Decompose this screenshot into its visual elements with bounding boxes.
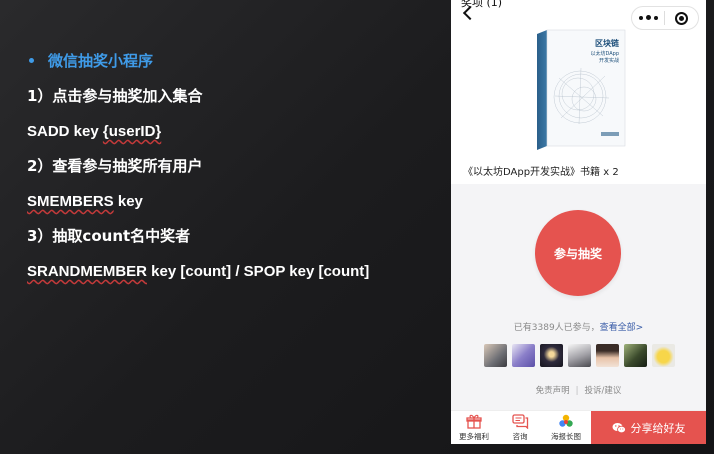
join-lottery-button[interactable]: 参与抽奖 — [535, 210, 621, 296]
bottom-tab-bar: 更多福利 咨询 海报长图 分享给好友 — [451, 410, 706, 444]
footer-links: 免责声明 | 投诉/建议 — [451, 384, 706, 396]
command-2: SMEMBERS key — [27, 189, 437, 213]
avatar[interactable] — [624, 344, 647, 367]
bullet-title-text: 微信抽奖小程序 — [48, 51, 154, 70]
avatar[interactable] — [652, 344, 675, 367]
command-2-name: SMEMBERS — [27, 193, 114, 210]
avatar[interactable] — [484, 344, 507, 367]
command-2-rest: key — [113, 193, 143, 210]
step-1: 1）点击参与抽奖加入集合 — [27, 87, 203, 105]
tab-consult-label: 咨询 — [512, 432, 528, 441]
gift-icon — [466, 414, 482, 429]
report-link[interactable]: 投诉/建议 — [585, 386, 622, 396]
tab-poster-label: 海报长图 — [551, 432, 581, 441]
participant-count-text: 已有3389人已参与， — [513, 323, 600, 333]
phone-screenshot: 奖项 (1) 区块链 以太坊DApp 开发实战 《以太坊DApp开发实战》书籍 … — [451, 0, 706, 444]
participation-area: 参与抽奖 已有3389人已参与，查看全部> 免责声明 | 投诉/建议 — [451, 184, 706, 410]
bullet-title: 微信抽奖小程序 — [27, 48, 437, 72]
step-2: 2）查看参与抽奖所有用户 — [27, 157, 203, 175]
command-1-rest: key — [69, 123, 103, 140]
tab-consult[interactable]: 咨询 — [497, 411, 543, 444]
tab-more-benefits[interactable]: 更多福利 — [451, 411, 497, 444]
command-3-rest: key [count] / SPOP key [count] — [147, 263, 370, 280]
step-3: 3）抽取count名中奖者 — [27, 227, 191, 245]
command-1: SADD key {userID} — [27, 119, 437, 143]
footer-separator: | — [575, 386, 579, 396]
mini-program-capsule — [631, 6, 699, 30]
chat-icon — [511, 414, 528, 429]
tab-more-benefits-label: 更多福利 — [459, 432, 489, 441]
command-3-name: SRANDMEMBER — [27, 263, 147, 280]
book-cover-subtitle-1: 以太坊DApp — [590, 50, 619, 57]
avatar[interactable] — [512, 344, 535, 367]
share-to-friend-button[interactable]: 分享给好友 — [591, 411, 706, 444]
command-3: SRANDMEMBER key [count] / SPOP key [coun… — [27, 259, 437, 283]
view-all-link[interactable]: 查看全部> — [600, 323, 644, 333]
book-cover-subtitle-2: 开发实战 — [599, 57, 619, 64]
slide-text-panel: 微信抽奖小程序 1）点击参与抽奖加入集合 SADD key {userID} 2… — [27, 48, 437, 294]
bullet-dot-icon — [29, 57, 34, 63]
wechat-icon — [612, 423, 626, 434]
nav-bar: 奖项 (1) — [451, 0, 706, 30]
avatar[interactable] — [596, 344, 619, 367]
product-caption: 《以太坊DApp开发实战》书籍 x 2 — [463, 167, 619, 178]
command-1-arg: {userID} — [102, 123, 162, 140]
tab-poster[interactable]: 海报长图 — [543, 411, 589, 444]
participant-avatars — [484, 344, 675, 367]
poster-icon — [559, 414, 573, 427]
book-cover-title: 区块链 — [595, 38, 620, 48]
avatar[interactable] — [568, 344, 591, 367]
participant-count: 已有3389人已参与，查看全部> — [451, 320, 706, 333]
share-button-label: 分享给好友 — [630, 422, 686, 435]
book-cover-image[interactable]: 区块链 以太坊DApp 开发实战 — [531, 28, 631, 152]
command-1-name: SADD — [27, 123, 70, 140]
more-dots-icon[interactable] — [632, 15, 664, 21]
disclaimer-link[interactable]: 免责声明 — [536, 386, 570, 396]
close-target-icon[interactable] — [665, 11, 698, 25]
avatar[interactable] — [540, 344, 563, 367]
